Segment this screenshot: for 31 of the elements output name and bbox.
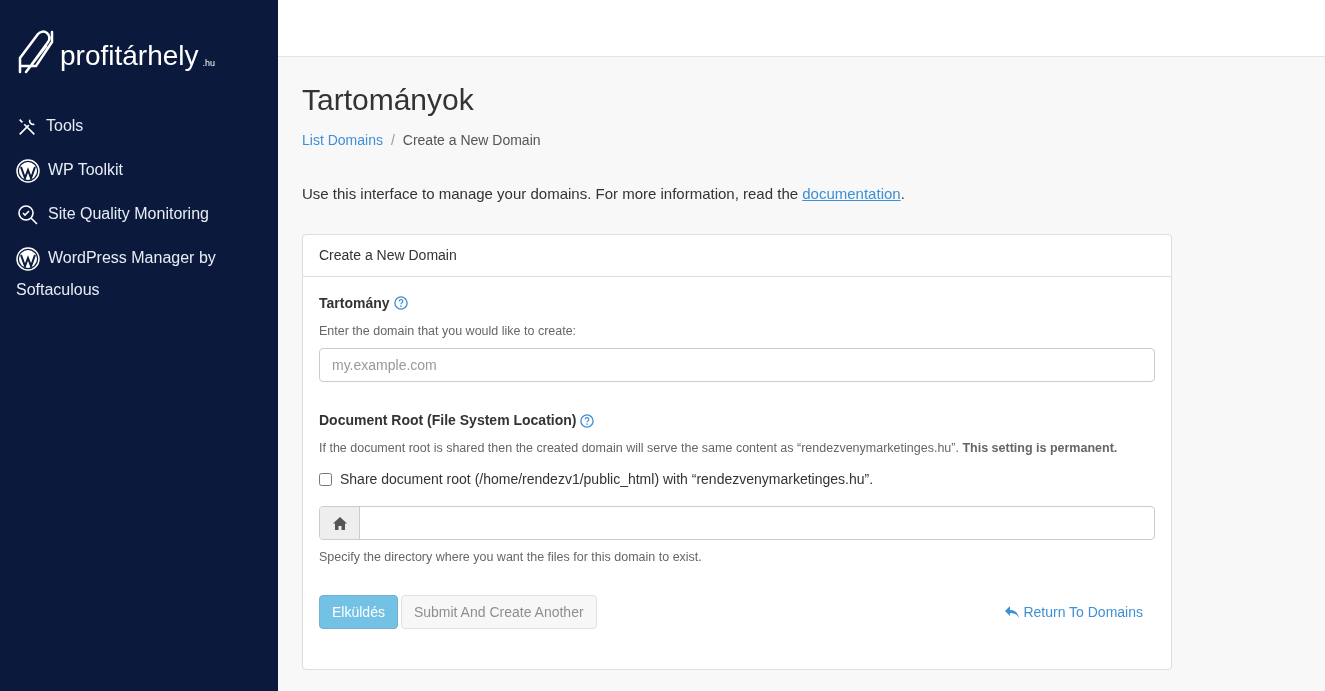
document-root-input-field[interactable] <box>319 506 1155 541</box>
sidebar-item[interactable]: WP Toolkit <box>16 154 262 186</box>
share-checkbox[interactable] <box>319 473 332 487</box>
page-title: Tartományok <box>302 82 475 118</box>
logo-suffix: .hu <box>202 56 216 70</box>
logo-icon <box>16 28 56 74</box>
help-text: If the document root is shared then the created domain will serve the same content as “rendezvenymarketinges.hu”. This setting is permanent. <box>319 440 1119 458</box>
documentation-link[interactable]: documentation <box>802 185 901 202</box>
sidebar-item[interactable]: WordPress Manager by Softaculous <box>16 242 262 306</box>
logo-text: profitárhely <box>60 42 199 70</box>
domain-input-field[interactable]: my.example.com <box>319 348 1155 383</box>
return-link[interactable]: Return To Domains <box>1005 601 1143 623</box>
sidebar-item[interactable]: Tools <box>16 110 262 142</box>
breadcrumb-link[interactable]: List Domains <box>302 130 383 151</box>
help-text: Specify the directory where you want the files for this domain to exist. <box>319 549 703 567</box>
reply-arrow-icon <box>1005 606 1020 618</box>
breadcrumb-separator: / <box>390 131 395 150</box>
sidebar-item[interactable]: Site Quality Monitoring <box>16 198 262 230</box>
help-icon[interactable] <box>393 296 408 310</box>
breadcrumb-current: Create a New Domain <box>402 131 541 150</box>
intro-text: Use this interface to manage your domains. For more information, read the documentation. <box>302 184 906 204</box>
help-text: Enter the domain that you would like to create: <box>319 322 578 340</box>
wordpress-icon <box>16 246 40 271</box>
help-icon[interactable] <box>580 413 595 428</box>
field-label: Document Root (File System Location) <box>319 411 577 431</box>
magnifier-check-icon <box>16 202 40 227</box>
home-icon <box>332 516 347 530</box>
panel-heading: Create a New Domain <box>303 234 1171 277</box>
wordpress-icon <box>16 158 40 183</box>
checkbox-label: Share document root (/home/rendezv1/public_html) with “rendezvenymarketinges.hu”. <box>340 470 874 490</box>
field-label: Tartomány <box>319 293 390 313</box>
